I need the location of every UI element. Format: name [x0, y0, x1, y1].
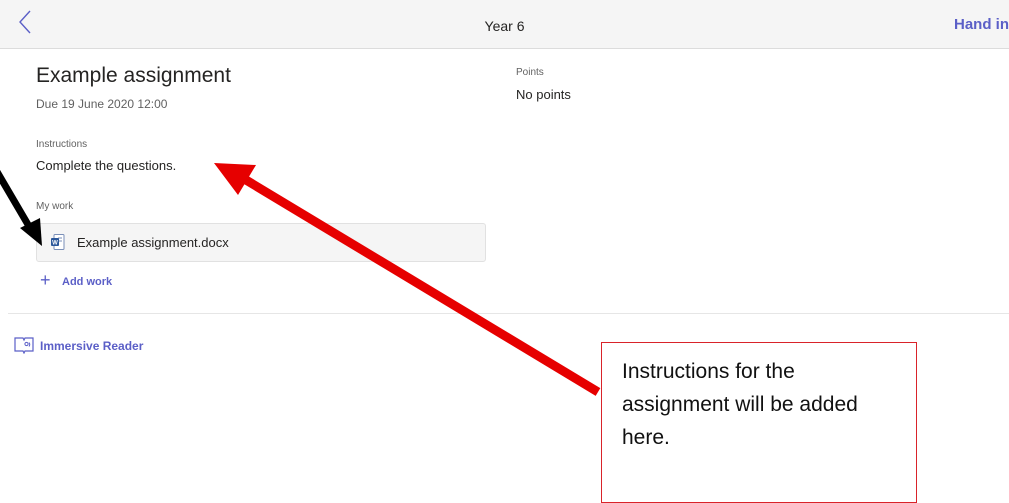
section-divider — [8, 313, 1009, 314]
points-value: No points — [516, 87, 571, 102]
instructions-text: Complete the questions. — [36, 158, 177, 173]
immersive-reader-label: Immersive Reader — [40, 339, 144, 353]
plus-icon: + — [40, 270, 51, 290]
red-arrowhead — [214, 163, 256, 195]
red-arrow-shaft — [243, 176, 601, 396]
class-title: Year 6 — [484, 18, 525, 34]
add-work-label: Add work — [62, 276, 113, 288]
points-label: Points — [516, 67, 544, 78]
work-file-row[interactable]: W Example assignment.docx — [36, 223, 486, 262]
svg-text:W: W — [52, 241, 58, 247]
top-bar: Year 6 Hand in — [0, 0, 1009, 49]
black-arrow-shaft — [0, 169, 34, 230]
due-date: Due 19 June 2020 12:00 — [36, 97, 168, 111]
hand-in-button[interactable]: Hand in — [954, 16, 1009, 33]
word-doc-icon: W — [51, 234, 65, 250]
immersive-reader-icon — [14, 337, 34, 354]
work-file-name: Example assignment.docx — [77, 235, 229, 250]
annotation-callout: Instructions for the assignment will be … — [601, 342, 917, 503]
add-work-button[interactable]: + Add work — [40, 270, 130, 292]
instructions-label: Instructions — [36, 139, 88, 150]
callout-text: Instructions for the assignment will be … — [622, 360, 858, 449]
assignment-title: Example assignment — [36, 64, 231, 87]
immersive-reader-button[interactable]: Immersive Reader — [14, 336, 174, 358]
my-work-label: My work — [36, 201, 74, 212]
